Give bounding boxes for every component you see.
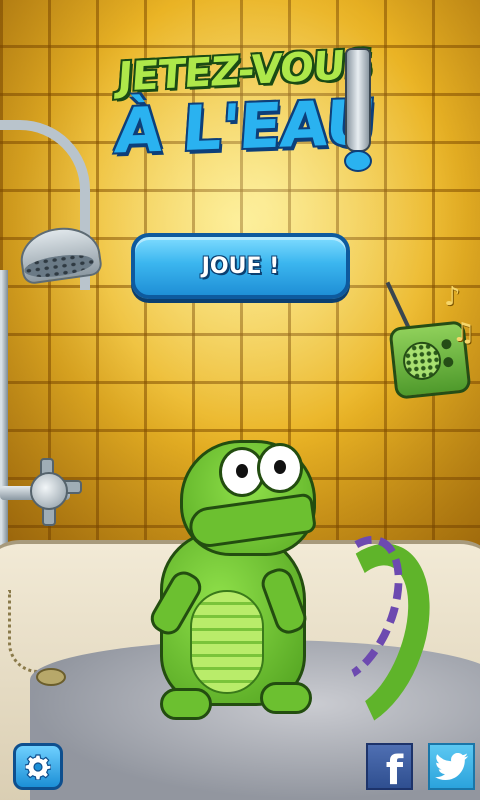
game-title: JETEZ-VOUS À L'EAU [110, 41, 380, 167]
plug-chain [8, 590, 45, 673]
play-button-label: JOUE ! [201, 253, 280, 279]
title-exclamation-pipe [345, 48, 371, 152]
water-pipe [0, 270, 8, 570]
faucet-knob [30, 472, 68, 510]
twitter-button[interactable] [428, 743, 475, 790]
drain-plug [36, 668, 66, 686]
facebook-icon: f [385, 747, 404, 794]
title-line-2: À L'EAU [112, 85, 378, 168]
facebook-button[interactable]: f [366, 743, 413, 794]
twitter-icon [434, 752, 468, 780]
play-button[interactable]: JOUE ! [131, 233, 350, 299]
title-exclamation-drop [344, 150, 372, 172]
crocodile-character [120, 420, 454, 749]
music-note-icon: ♪ [444, 282, 461, 312]
gear-icon [25, 753, 51, 780]
music-note-icon: ♫ [452, 318, 476, 348]
game-scene: JETEZ-VOUS À L'EAU JOUE ! ♪ ♫ f [0, 0, 480, 800]
settings-button[interactable] [13, 743, 63, 790]
